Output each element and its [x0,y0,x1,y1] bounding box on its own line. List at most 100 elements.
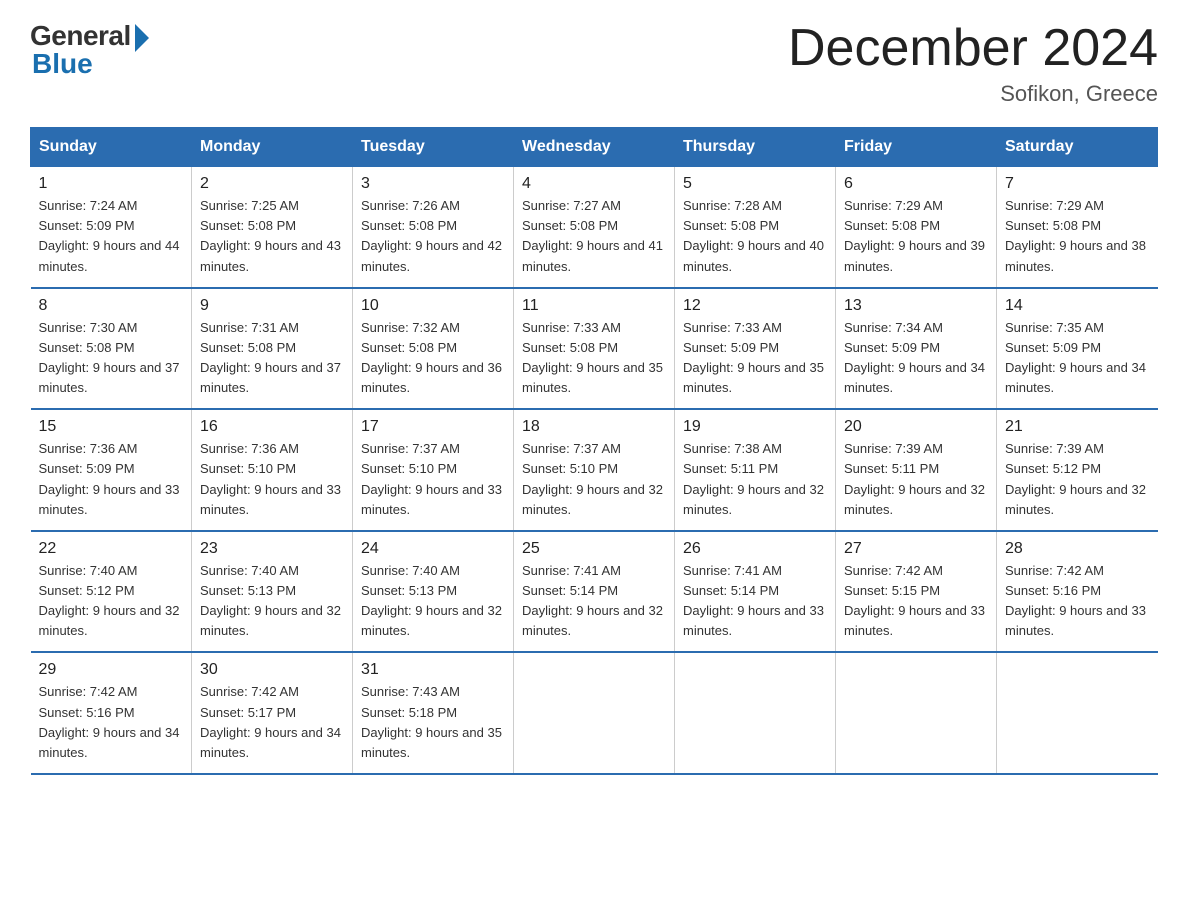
calendar-cell [836,652,997,774]
day-info: Sunrise: 7:42 AMSunset: 5:17 PMDaylight:… [200,684,341,759]
column-header-tuesday: Tuesday [353,128,514,167]
day-number: 18 [522,418,666,436]
calendar-cell: 20 Sunrise: 7:39 AMSunset: 5:11 PMDaylig… [836,409,997,531]
day-number: 5 [683,175,827,193]
day-info: Sunrise: 7:40 AMSunset: 5:12 PMDaylight:… [39,563,180,638]
day-number: 19 [683,418,827,436]
calendar-cell: 22 Sunrise: 7:40 AMSunset: 5:12 PMDaylig… [31,531,192,653]
calendar-cell: 15 Sunrise: 7:36 AMSunset: 5:09 PMDaylig… [31,409,192,531]
day-info: Sunrise: 7:41 AMSunset: 5:14 PMDaylight:… [522,563,663,638]
day-info: Sunrise: 7:25 AMSunset: 5:08 PMDaylight:… [200,198,341,273]
calendar-cell: 10 Sunrise: 7:32 AMSunset: 5:08 PMDaylig… [353,288,514,410]
day-number: 11 [522,297,666,315]
logo-blue-text: Blue [32,48,93,80]
day-number: 23 [200,540,344,558]
logo-arrow-icon [135,24,149,52]
day-info: Sunrise: 7:26 AMSunset: 5:08 PMDaylight:… [361,198,502,273]
day-number: 26 [683,540,827,558]
column-header-sunday: Sunday [31,128,192,167]
day-number: 20 [844,418,988,436]
column-header-saturday: Saturday [997,128,1158,167]
day-info: Sunrise: 7:42 AMSunset: 5:16 PMDaylight:… [39,684,180,759]
calendar-week-row: 8 Sunrise: 7:30 AMSunset: 5:08 PMDayligh… [31,288,1158,410]
column-header-friday: Friday [836,128,997,167]
day-number: 22 [39,540,184,558]
day-number: 16 [200,418,344,436]
day-info: Sunrise: 7:29 AMSunset: 5:08 PMDaylight:… [844,198,985,273]
day-number: 12 [683,297,827,315]
column-header-thursday: Thursday [675,128,836,167]
day-number: 13 [844,297,988,315]
calendar-week-row: 22 Sunrise: 7:40 AMSunset: 5:12 PMDaylig… [31,531,1158,653]
day-number: 2 [200,175,344,193]
day-info: Sunrise: 7:34 AMSunset: 5:09 PMDaylight:… [844,320,985,395]
calendar-cell: 18 Sunrise: 7:37 AMSunset: 5:10 PMDaylig… [514,409,675,531]
calendar-cell: 2 Sunrise: 7:25 AMSunset: 5:08 PMDayligh… [192,167,353,288]
day-number: 7 [1005,175,1150,193]
day-number: 28 [1005,540,1150,558]
day-info: Sunrise: 7:24 AMSunset: 5:09 PMDaylight:… [39,198,180,273]
calendar-cell: 24 Sunrise: 7:40 AMSunset: 5:13 PMDaylig… [353,531,514,653]
day-number: 21 [1005,418,1150,436]
calendar-cell: 26 Sunrise: 7:41 AMSunset: 5:14 PMDaylig… [675,531,836,653]
day-number: 14 [1005,297,1150,315]
month-title: December 2024 [788,20,1158,77]
calendar-cell [675,652,836,774]
day-info: Sunrise: 7:37 AMSunset: 5:10 PMDaylight:… [522,441,663,516]
day-number: 9 [200,297,344,315]
page-header: General Blue December 2024 Sofikon, Gree… [30,20,1158,107]
calendar-cell: 7 Sunrise: 7:29 AMSunset: 5:08 PMDayligh… [997,167,1158,288]
calendar-cell: 31 Sunrise: 7:43 AMSunset: 5:18 PMDaylig… [353,652,514,774]
day-info: Sunrise: 7:42 AMSunset: 5:15 PMDaylight:… [844,563,985,638]
day-number: 6 [844,175,988,193]
day-info: Sunrise: 7:40 AMSunset: 5:13 PMDaylight:… [361,563,502,638]
calendar-cell: 29 Sunrise: 7:42 AMSunset: 5:16 PMDaylig… [31,652,192,774]
location: Sofikon, Greece [788,81,1158,107]
calendar-header-row: SundayMondayTuesdayWednesdayThursdayFrid… [31,128,1158,167]
day-info: Sunrise: 7:30 AMSunset: 5:08 PMDaylight:… [39,320,180,395]
day-number: 17 [361,418,505,436]
calendar-week-row: 1 Sunrise: 7:24 AMSunset: 5:09 PMDayligh… [31,167,1158,288]
day-number: 10 [361,297,505,315]
calendar-cell: 14 Sunrise: 7:35 AMSunset: 5:09 PMDaylig… [997,288,1158,410]
day-info: Sunrise: 7:43 AMSunset: 5:18 PMDaylight:… [361,684,502,759]
calendar-cell [997,652,1158,774]
calendar-cell: 5 Sunrise: 7:28 AMSunset: 5:08 PMDayligh… [675,167,836,288]
day-info: Sunrise: 7:31 AMSunset: 5:08 PMDaylight:… [200,320,341,395]
calendar-week-row: 15 Sunrise: 7:36 AMSunset: 5:09 PMDaylig… [31,409,1158,531]
day-number: 4 [522,175,666,193]
calendar-cell: 9 Sunrise: 7:31 AMSunset: 5:08 PMDayligh… [192,288,353,410]
calendar-cell [514,652,675,774]
calendar-cell: 4 Sunrise: 7:27 AMSunset: 5:08 PMDayligh… [514,167,675,288]
day-number: 3 [361,175,505,193]
day-info: Sunrise: 7:37 AMSunset: 5:10 PMDaylight:… [361,441,502,516]
day-number: 30 [200,661,344,679]
calendar-cell: 11 Sunrise: 7:33 AMSunset: 5:08 PMDaylig… [514,288,675,410]
calendar-cell: 8 Sunrise: 7:30 AMSunset: 5:08 PMDayligh… [31,288,192,410]
day-number: 24 [361,540,505,558]
day-info: Sunrise: 7:27 AMSunset: 5:08 PMDaylight:… [522,198,663,273]
column-header-monday: Monday [192,128,353,167]
day-info: Sunrise: 7:39 AMSunset: 5:12 PMDaylight:… [1005,441,1146,516]
calendar-cell: 28 Sunrise: 7:42 AMSunset: 5:16 PMDaylig… [997,531,1158,653]
day-info: Sunrise: 7:41 AMSunset: 5:14 PMDaylight:… [683,563,824,638]
calendar-table: SundayMondayTuesdayWednesdayThursdayFrid… [30,127,1158,775]
day-info: Sunrise: 7:32 AMSunset: 5:08 PMDaylight:… [361,320,502,395]
calendar-cell: 12 Sunrise: 7:33 AMSunset: 5:09 PMDaylig… [675,288,836,410]
day-info: Sunrise: 7:33 AMSunset: 5:09 PMDaylight:… [683,320,824,395]
day-info: Sunrise: 7:28 AMSunset: 5:08 PMDaylight:… [683,198,824,273]
calendar-cell: 17 Sunrise: 7:37 AMSunset: 5:10 PMDaylig… [353,409,514,531]
title-block: December 2024 Sofikon, Greece [788,20,1158,107]
day-info: Sunrise: 7:40 AMSunset: 5:13 PMDaylight:… [200,563,341,638]
day-number: 15 [39,418,184,436]
logo: General Blue [30,20,149,80]
calendar-cell: 6 Sunrise: 7:29 AMSunset: 5:08 PMDayligh… [836,167,997,288]
calendar-cell: 1 Sunrise: 7:24 AMSunset: 5:09 PMDayligh… [31,167,192,288]
calendar-cell: 27 Sunrise: 7:42 AMSunset: 5:15 PMDaylig… [836,531,997,653]
day-number: 8 [39,297,184,315]
day-number: 29 [39,661,184,679]
day-info: Sunrise: 7:38 AMSunset: 5:11 PMDaylight:… [683,441,824,516]
calendar-cell: 23 Sunrise: 7:40 AMSunset: 5:13 PMDaylig… [192,531,353,653]
day-info: Sunrise: 7:33 AMSunset: 5:08 PMDaylight:… [522,320,663,395]
calendar-cell: 19 Sunrise: 7:38 AMSunset: 5:11 PMDaylig… [675,409,836,531]
